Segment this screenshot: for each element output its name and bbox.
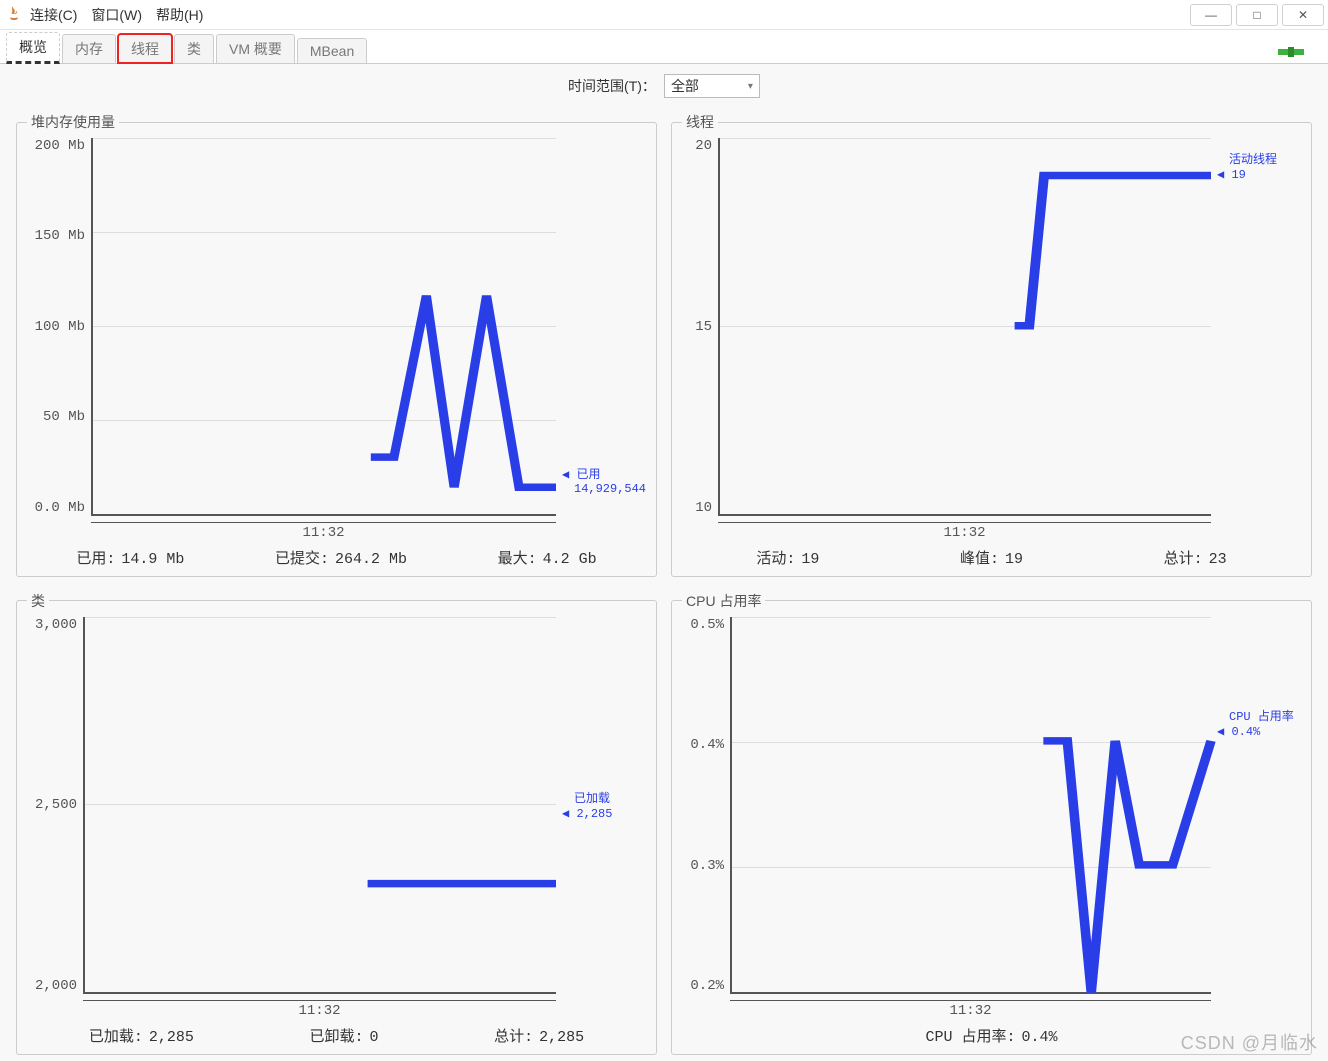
heap-used-value: 14.9 Mb xyxy=(121,551,184,568)
time-range-row: 时间范围(T)： 全部 xyxy=(0,64,1328,108)
classes-chart xyxy=(83,617,556,995)
tab-memory[interactable]: 内存 xyxy=(62,34,116,63)
classes-legend: 已加载 ◀ 2,285 xyxy=(556,617,646,995)
threads-peak-label: 峰值: xyxy=(960,551,999,568)
cpu-stats: CPU 占用率: 0.4% xyxy=(682,1019,1301,1048)
panel-threads: 线程 20 15 10 活动线程 ◀ 19 11:32 活动: 19 峰值: 19 xyxy=(671,112,1312,577)
cpu-rate-value: 0.4% xyxy=(1022,1029,1058,1046)
dashboard: 堆内存使用量 200 Mb 150 Mb 100 Mb 50 Mb 0.0 Mb… xyxy=(0,108,1328,1061)
heap-max-value: 4.2 Gb xyxy=(543,551,597,568)
tab-overview[interactable]: 概览 xyxy=(6,32,60,64)
threads-y-axis: 20 15 10 xyxy=(682,138,718,516)
classes-loaded-value: 2,285 xyxy=(149,1029,194,1046)
cpu-ytick: 0.2% xyxy=(690,978,724,994)
cpu-y-axis: 0.5% 0.4% 0.3% 0.2% xyxy=(682,617,730,995)
classes-total-label: 总计: xyxy=(494,1029,533,1046)
heap-ytick: 150 Mb xyxy=(35,228,85,244)
tab-strip: 概览 内存 线程 类 VM 概要 MBean xyxy=(0,30,1328,64)
classes-ytick: 2,500 xyxy=(35,797,77,813)
tab-vm-summary[interactable]: VM 概要 xyxy=(216,34,295,63)
cpu-x-axis: 11:32 xyxy=(730,1000,1211,1019)
heap-ytick: 200 Mb xyxy=(35,138,85,154)
left-arrow-icon: ◀ 19 xyxy=(1217,167,1301,182)
classes-loaded-label: 已加载: xyxy=(89,1029,143,1046)
classes-legend-value: 2,285 xyxy=(576,807,612,821)
menu-bar: 连接(C) 窗口(W) 帮助(H) — □ ✕ xyxy=(0,0,1328,30)
threads-legend: 活动线程 ◀ 19 xyxy=(1211,138,1301,516)
classes-unloaded-label: 已卸载: xyxy=(309,1029,363,1046)
threads-ytick: 20 xyxy=(695,138,712,154)
classes-unloaded-value: 0 xyxy=(369,1029,378,1046)
time-range-select[interactable]: 全部 xyxy=(664,74,760,98)
heap-used-label: 已用: xyxy=(76,551,115,568)
heap-y-axis: 200 Mb 150 Mb 100 Mb 50 Mb 0.0 Mb xyxy=(27,138,91,516)
menu-help[interactable]: 帮助(H) xyxy=(156,5,203,25)
left-arrow-icon: ◀ 0.4% xyxy=(1217,724,1301,739)
threads-active-label: 活动: xyxy=(756,551,795,568)
cpu-legend-title: CPU 占用率 xyxy=(1229,707,1301,724)
threads-peak-value: 19 xyxy=(1005,551,1023,568)
panel-heap-title: 堆内存使用量 xyxy=(27,112,119,132)
close-button[interactable]: ✕ xyxy=(1282,4,1324,26)
menu-connection[interactable]: 连接(C) xyxy=(30,5,77,25)
cpu-legend: CPU 占用率 ◀ 0.4% xyxy=(1211,617,1301,995)
classes-x-axis: 11:32 xyxy=(83,1000,556,1019)
threads-ytick: 15 xyxy=(695,319,712,335)
cpu-legend-value: 0.4% xyxy=(1231,725,1260,739)
threads-total-label: 总计: xyxy=(1164,551,1203,568)
panel-cpu-title: CPU 占用率 xyxy=(682,591,765,611)
heap-stats: 已用: 14.9 Mb 已提交: 264.2 Mb 最大: 4.2 Gb xyxy=(27,541,646,570)
cpu-rate-label: CPU 占用率: xyxy=(925,1029,1015,1046)
heap-x-axis: 11:32 xyxy=(91,522,556,541)
cpu-ytick: 0.5% xyxy=(690,617,724,633)
cpu-ytick: 0.3% xyxy=(690,858,724,874)
left-arrow-icon: ◀ 2,285 xyxy=(562,806,646,821)
heap-committed-value: 264.2 Mb xyxy=(335,551,407,568)
panel-threads-title: 线程 xyxy=(682,112,718,132)
threads-legend-title: 活动线程 xyxy=(1229,150,1301,167)
minimize-button[interactable]: — xyxy=(1190,4,1232,26)
heap-chart xyxy=(91,138,556,516)
threads-chart xyxy=(718,138,1211,516)
tab-threads[interactable]: 线程 xyxy=(118,34,172,63)
panel-heap: 堆内存使用量 200 Mb 150 Mb 100 Mb 50 Mb 0.0 Mb… xyxy=(16,112,657,577)
tab-mbean[interactable]: MBean xyxy=(297,38,367,63)
time-range-value: 全部 xyxy=(671,76,699,96)
panel-classes-title: 类 xyxy=(27,591,49,611)
classes-legend-title: 已加载 xyxy=(574,789,646,806)
left-arrow-icon: ◀ 已用 xyxy=(562,465,646,482)
panel-classes: 类 3,000 2,500 2,000 已加载 ◀ 2,285 11:32 已加… xyxy=(16,591,657,1056)
threads-active-value: 19 xyxy=(801,551,819,568)
heap-legend-title: 已用 xyxy=(576,468,600,482)
java-icon xyxy=(4,5,24,25)
classes-ytick: 3,000 xyxy=(35,617,77,633)
heap-ytick: 50 Mb xyxy=(43,409,85,425)
panel-cpu: CPU 占用率 0.5% 0.4% 0.3% 0.2% CPU 占用率 ◀ 0.… xyxy=(671,591,1312,1056)
heap-legend: ◀ 已用 14,929,544 xyxy=(556,138,646,516)
classes-stats: 已加载: 2,285 已卸载: 0 总计: 2,285 xyxy=(27,1019,646,1048)
heap-legend-value: 14,929,544 xyxy=(574,482,646,496)
classes-y-axis: 3,000 2,500 2,000 xyxy=(27,617,83,995)
heap-ytick: 0.0 Mb xyxy=(35,500,85,516)
threads-ytick: 10 xyxy=(695,500,712,516)
menu-window[interactable]: 窗口(W) xyxy=(91,5,142,25)
threads-stats: 活动: 19 峰值: 19 总计: 23 xyxy=(682,541,1301,570)
tab-classes[interactable]: 类 xyxy=(174,34,214,63)
heap-max-label: 最大: xyxy=(498,551,537,568)
threads-total-value: 23 xyxy=(1209,551,1227,568)
maximize-button[interactable]: □ xyxy=(1236,4,1278,26)
cpu-chart xyxy=(730,617,1211,995)
connection-status-icon xyxy=(1260,44,1322,63)
heap-committed-label: 已提交: xyxy=(275,551,329,568)
classes-total-value: 2,285 xyxy=(539,1029,584,1046)
cpu-ytick: 0.4% xyxy=(690,737,724,753)
threads-legend-value: 19 xyxy=(1231,168,1245,182)
threads-x-axis: 11:32 xyxy=(718,522,1211,541)
classes-ytick: 2,000 xyxy=(35,978,77,994)
heap-ytick: 100 Mb xyxy=(35,319,85,335)
time-range-label: 时间范围(T)： xyxy=(568,76,656,96)
